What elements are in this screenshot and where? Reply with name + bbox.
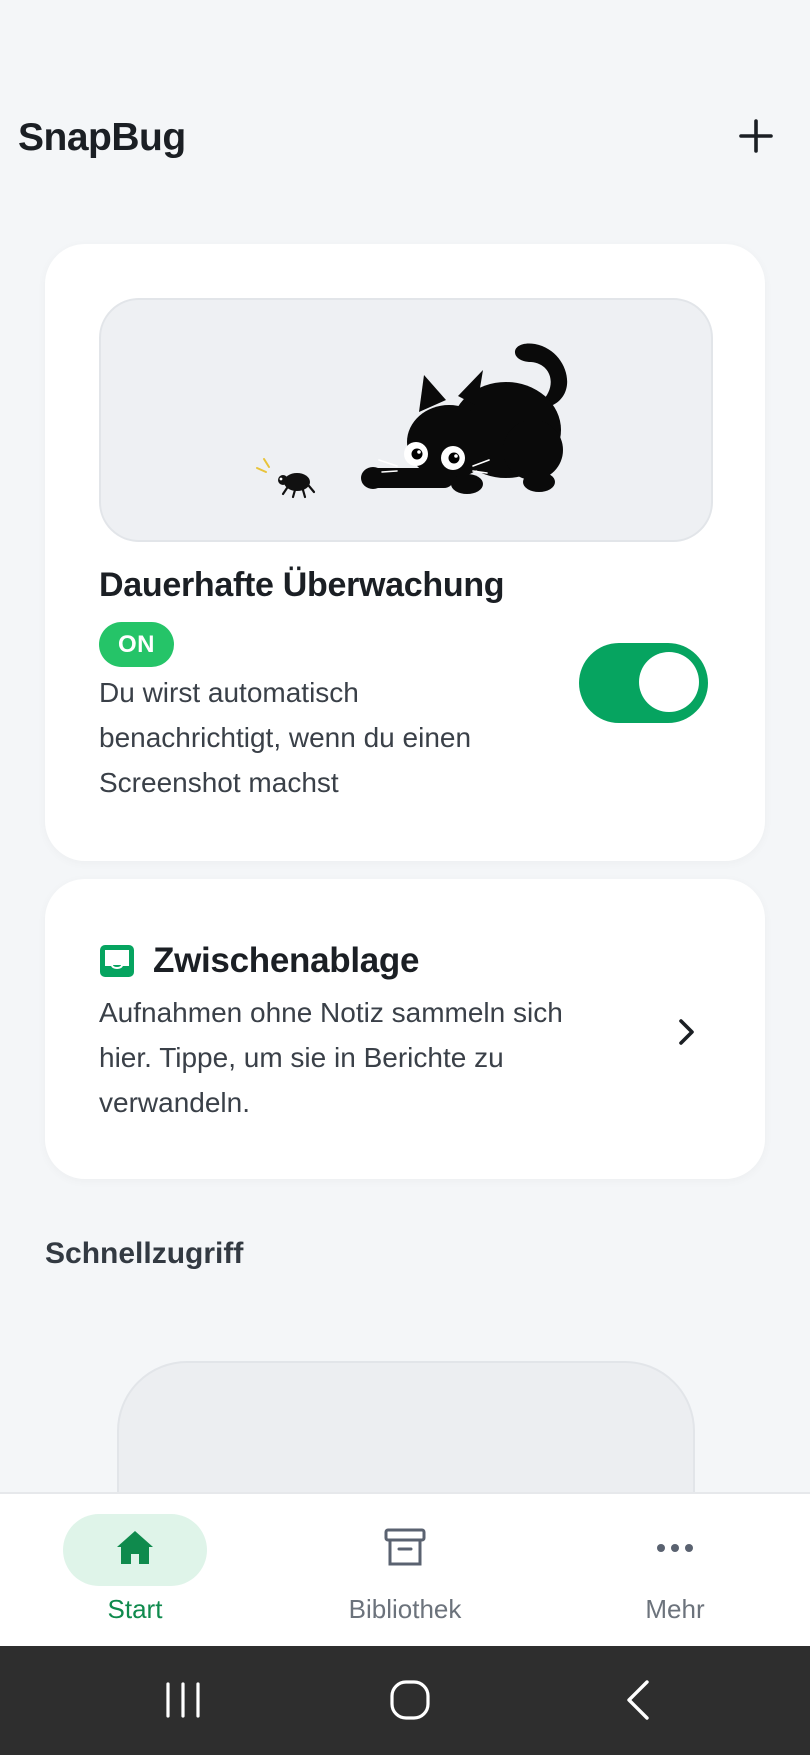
app-title: SnapBug: [18, 116, 186, 159]
nav-label-bibliothek: Bibliothek: [348, 1594, 462, 1624]
inbox-icon: [100, 945, 134, 977]
nav-label-mehr: Mehr: [645, 1594, 705, 1624]
monitoring-description: Du wirst automatisch benachrichtigt, wen…: [99, 677, 472, 798]
add-button[interactable]: [732, 112, 780, 160]
nav-label-start: Start: [107, 1594, 163, 1624]
back-icon: [627, 1680, 649, 1720]
home-icon: [117, 1531, 153, 1564]
bottom-nav: Start Bibliothek Mehr: [0, 1492, 810, 1648]
recents-icon: [166, 1682, 200, 1718]
back-button[interactable]: [607, 1670, 667, 1730]
home-system-button[interactable]: [380, 1670, 440, 1730]
archive-icon: [384, 1528, 426, 1566]
home-circle-icon: [390, 1680, 430, 1720]
cat-icon: [361, 343, 568, 494]
clipboard-header: Zwischenablage: [99, 941, 419, 981]
clipboard-description: Aufnahmen ohne Notiz sammeln sich hier. …: [99, 997, 563, 1118]
nav-item-mehr[interactable]: Mehr: [575, 1494, 775, 1648]
clipboard-card[interactable]: Zwischenablage Aufnahmen ohne Notiz samm…: [45, 879, 765, 1179]
system-navigation-bar: [0, 1646, 810, 1755]
bug-icon: [256, 458, 316, 499]
monitoring-title: Dauerhafte Überwachung: [99, 566, 505, 604]
nav-item-start[interactable]: Start: [35, 1494, 235, 1648]
monitoring-card: Dauerhafte Überwachung ON Du wirst autom…: [45, 244, 765, 861]
more-icon: [657, 1544, 693, 1552]
quick-access-title: Schnellzugriff: [45, 1237, 244, 1270]
chevron-right-icon: [679, 1019, 694, 1045]
status-badge: ON: [99, 622, 174, 667]
monitoring-illustration: [99, 298, 713, 542]
clipboard-title: Zwischenablage: [153, 941, 420, 980]
monitoring-toggle[interactable]: [579, 643, 708, 723]
nav-item-bibliothek[interactable]: Bibliothek: [305, 1494, 505, 1648]
recents-button[interactable]: [153, 1670, 213, 1730]
plus-icon: [739, 119, 773, 153]
toggle-knob: [639, 652, 699, 712]
